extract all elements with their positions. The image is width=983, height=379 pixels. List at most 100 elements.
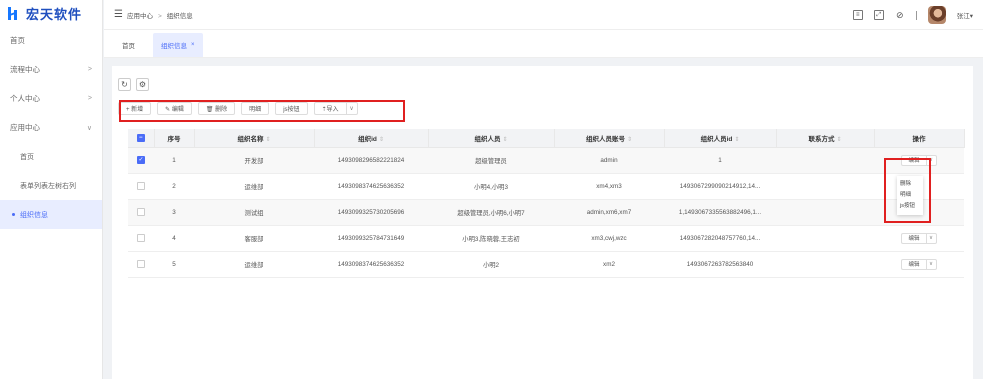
import-split-button: ⇡导入 ∨: [313, 102, 358, 117]
column-header[interactable]: 组织名称 ⇕: [194, 129, 315, 148]
cell-members: 小明2: [428, 251, 554, 278]
cell-index: 3: [154, 199, 194, 226]
column-header[interactable]: 组织人员账号 ⇕: [554, 129, 665, 148]
sidebar-item-label: 个人中心: [10, 94, 40, 103]
column-header[interactable]: 组织人员 ⇕: [428, 129, 555, 148]
cell-name: 测试组: [194, 199, 314, 226]
column-header: 序号: [154, 129, 195, 148]
row-checkbox-cell: ✓: [128, 147, 154, 174]
chevron-down-icon[interactable]: ∨: [345, 102, 358, 115]
sidebar-item-home[interactable]: 首页: [0, 26, 102, 55]
sidebar-subitem-org-info[interactable]: 组织信息: [0, 200, 102, 229]
table-row[interactable]: 5 运维部 1493098374625636352 小明2 xm2 149306…: [128, 251, 964, 278]
tab-org-info[interactable]: 组织信息 ×: [153, 33, 203, 57]
sort-icon[interactable]: ⇕: [265, 137, 270, 143]
row-checkbox-cell: [128, 251, 154, 278]
table-row[interactable]: 2 运维部 1493098374625636352 小明4,小明3 xm4,xm…: [128, 173, 964, 200]
row-checkbox[interactable]: ✓: [137, 156, 145, 164]
edit-button[interactable]: 编辑: [901, 232, 926, 244]
cell-index: 4: [154, 225, 194, 252]
table-row[interactable]: ✓ 1 开发部 1493098296582221824 超级管理员 admin …: [128, 147, 964, 174]
sidebar-item-label: 流程中心: [10, 65, 40, 74]
chevron-right-icon: >: [87, 95, 92, 102]
chevron-down-icon[interactable]: ∨: [925, 258, 937, 270]
edit-button[interactable]: 编辑: [901, 258, 926, 270]
sort-icon[interactable]: ⇕: [836, 137, 841, 143]
fullscreen-icon[interactable]: ⤢: [873, 10, 884, 20]
avatar[interactable]: [927, 6, 946, 24]
cell-contact: [776, 225, 874, 252]
sort-icon[interactable]: ⇕: [379, 137, 384, 143]
cell-contact: [776, 199, 874, 226]
breadcrumb: 应用中心 > 组织信息: [127, 10, 193, 20]
sort-icon[interactable]: ⇕: [502, 137, 507, 143]
cell-name: 运维部: [194, 251, 314, 278]
user-name-dropdown[interactable]: 张江▾: [957, 10, 973, 20]
menu-fold-icon[interactable]: ☰: [114, 9, 123, 20]
detail-button[interactable]: 明细: [241, 102, 270, 115]
chevron-down-icon: ∨: [86, 124, 92, 132]
column-header[interactable]: 联系方式 ⇕: [776, 129, 875, 148]
breadcrumb-item[interactable]: 应用中心: [127, 13, 153, 20]
row-checkbox[interactable]: [137, 234, 145, 242]
sidebar-item-personal-center[interactable]: 个人中心 >: [0, 84, 102, 113]
sidebar: 宏天软件 首页 流程中心 > 个人中心 > 应用中心 ∨ 首页 表单列表左树右列 组织…: [0, 0, 103, 379]
sidebar-subitem-form-tree-list[interactable]: 表单列表左树右列: [0, 171, 102, 200]
delete-button[interactable]: 🗑 删除: [197, 102, 236, 115]
table-header-row: − 序号 组织名称 ⇕ 组织id ⇕ 组织人员 ⇕ 组织人员账号 ⇕ 组织人员id ⇕ 联…: [128, 129, 965, 148]
sort-icon[interactable]: ⇕: [627, 137, 632, 143]
cell-name: 客服部: [194, 225, 314, 252]
close-icon[interactable]: ×: [191, 42, 195, 48]
edit-button[interactable]: ✎ 编辑: [157, 102, 192, 115]
clear-icon[interactable]: ⊘: [895, 10, 905, 20]
logo-icon: [8, 6, 18, 20]
logo[interactable]: 宏天软件: [0, 0, 102, 26]
message-icon[interactable]: ≡: [852, 10, 863, 20]
select-all-cell: −: [128, 129, 155, 148]
row-checkbox[interactable]: [137, 260, 145, 268]
cell-index: 1: [154, 147, 194, 174]
table-row[interactable]: 3 测试组 1493099325730205696 超级管理员,小明6,小明7 …: [128, 199, 964, 226]
chevron-down-icon[interactable]: ∨: [925, 232, 937, 244]
cell-member-ids: 1493067299090214912,14...: [664, 173, 776, 200]
cell-index: 5: [154, 251, 194, 278]
cell-members: 小明3,陈晓蓉,王志初: [428, 225, 554, 252]
refresh-icon[interactable]: ↻: [118, 78, 131, 91]
table-row[interactable]: 4 客服部 1493099325784731649 小明3,陈晓蓉,王志初 xm…: [128, 225, 964, 252]
chevron-right-icon: >: [87, 66, 92, 73]
cell-actions: 编辑 ∨: [874, 225, 964, 252]
column-header[interactable]: 组织id ⇕: [314, 129, 429, 148]
cell-org-id: 1493099325730205696: [314, 199, 428, 226]
sidebar-item-app-center[interactable]: 应用中心 ∨: [0, 113, 102, 142]
row-action-group: 编辑 ∨: [901, 232, 937, 244]
row-action-group: 编辑 ∨: [901, 258, 937, 270]
row-checkbox[interactable]: [137, 208, 145, 216]
chevron-down-icon[interactable]: ∨: [925, 154, 937, 166]
top-header: ☰ 应用中心 > 组织信息 ≡ ⤢ ⊘ 张江▾: [104, 0, 983, 30]
divider: [915, 10, 917, 20]
cell-members: 超级管理员,小明6,小明7: [428, 199, 554, 226]
cell-member-ids: 1,1493067335563882496,1...: [664, 199, 776, 226]
sidebar-item-label: 应用中心: [10, 123, 40, 132]
sidebar-item-process-center[interactable]: 流程中心 >: [0, 55, 102, 84]
sidebar-subitem-home[interactable]: 首页: [0, 142, 102, 171]
add-button[interactable]: + 新增: [118, 102, 152, 115]
cell-contact: [776, 251, 874, 278]
select-all-checkbox[interactable]: −: [136, 133, 145, 142]
column-header[interactable]: 组织人员id ⇕: [664, 129, 777, 148]
edit-button[interactable]: 编辑: [901, 154, 926, 166]
cell-org-id: 1493099325784731649: [314, 225, 428, 252]
cell-members: 小明4,小明3: [428, 173, 554, 200]
import-button[interactable]: ⇡导入: [313, 102, 346, 115]
settings-icon[interactable]: ⚙: [136, 78, 149, 91]
js-button[interactable]: js按钮: [275, 102, 308, 115]
dropdown-item-js-button[interactable]: js按钮: [897, 201, 923, 212]
row-action-group: 编辑 ∨: [901, 154, 937, 166]
row-checkbox[interactable]: [137, 182, 145, 190]
breadcrumb-separator: >: [157, 12, 162, 20]
org-table: − 序号 组织名称 ⇕ 组织id ⇕ 组织人员 ⇕ 组织人员账号 ⇕ 组织人员id ⇕ 联…: [128, 129, 965, 278]
dropdown-item-delete[interactable]: 删除: [897, 179, 923, 190]
dropdown-item-detail[interactable]: 明细: [897, 190, 923, 201]
tab-home[interactable]: 首页: [114, 33, 143, 57]
sort-icon[interactable]: ⇕: [734, 137, 739, 143]
